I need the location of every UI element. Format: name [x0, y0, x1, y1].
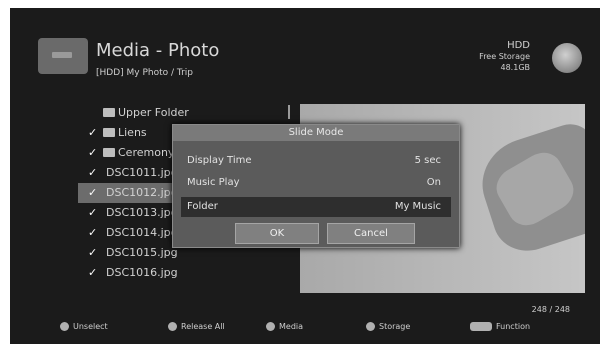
check-icon: ✓	[88, 266, 98, 279]
ok-button[interactable]: OK	[235, 223, 319, 244]
list-item-label: DSC1012.jpg	[106, 186, 178, 199]
check-icon: ✓	[88, 146, 98, 159]
hint-function[interactable]: Function	[470, 322, 530, 331]
option-label: Music Play	[187, 177, 240, 188]
hint-unselect[interactable]: Unselect	[60, 322, 108, 331]
list-item-label: DSC1013.jpg	[106, 206, 178, 219]
hint-storage[interactable]: Storage	[366, 322, 410, 331]
storage-info: HDD Free Storage 48.1GB	[479, 40, 530, 73]
option-music-play[interactable]: Music Play On	[181, 173, 451, 193]
folder-icon	[103, 108, 115, 117]
list-item-label: DSC1014.jpg	[106, 226, 178, 239]
list-item-label: Ceremony	[118, 146, 175, 159]
check-icon: ✓	[88, 186, 98, 199]
check-icon: ✓	[88, 226, 98, 239]
check-icon: ✓	[88, 166, 98, 179]
storage-device: HDD	[507, 40, 530, 51]
list-item-upper-folder[interactable]: Upper Folder	[78, 103, 288, 123]
page-title: Media - Photo	[96, 40, 220, 61]
storage-label: Free Storage	[479, 52, 530, 61]
storage-size: 48.1GB	[500, 63, 531, 72]
hint-label: Unselect	[73, 322, 108, 331]
red-key-icon	[60, 322, 69, 331]
tools-key-icon	[470, 322, 492, 331]
cancel-button[interactable]: Cancel	[327, 223, 415, 244]
check-icon: ✓	[88, 246, 98, 259]
folder-icon	[103, 148, 115, 157]
hint-label: Storage	[379, 322, 411, 331]
tv-screen: Media - Photo [HDD] My Photo / Trip HDD …	[10, 8, 600, 344]
check-icon: ✓	[88, 206, 98, 219]
option-value: My Music	[394, 201, 441, 212]
hint-label: Release All	[181, 322, 225, 331]
photo-counter: 248 / 248	[531, 305, 570, 314]
slide-mode-dialog: Slide Mode Display Time 5 sec Music Play…	[172, 124, 460, 248]
list-item[interactable]: ✓ DSC1016.jpg	[78, 263, 288, 283]
option-display-time[interactable]: Display Time 5 sec	[181, 151, 451, 171]
hint-media[interactable]: Media	[266, 322, 303, 331]
scrollbar[interactable]	[288, 105, 290, 119]
list-item-label: DSC1015.jpg	[106, 246, 178, 259]
list-item-label: DSC1011.jpg	[106, 166, 178, 179]
hdd-icon	[552, 43, 582, 73]
hint-release-all[interactable]: Release All	[168, 322, 225, 331]
yellow-key-icon	[266, 322, 275, 331]
list-item-label: Upper Folder	[118, 106, 189, 119]
list-item-label: DSC1016.jpg	[106, 266, 178, 279]
folder-icon	[103, 128, 115, 137]
option-label: Display Time	[187, 155, 252, 166]
footer-hints: Unselect Release All Media Storage Funct…	[10, 320, 600, 338]
dialog-title: Slide Mode	[173, 125, 459, 141]
option-folder[interactable]: Folder My Music	[181, 197, 451, 217]
photo-media-icon	[38, 38, 88, 74]
option-value: On	[426, 177, 441, 188]
option-label: Folder	[187, 201, 218, 212]
green-key-icon	[168, 322, 177, 331]
check-icon: ✓	[88, 126, 98, 139]
list-item-label: Liens	[118, 126, 147, 139]
breadcrumb: [HDD] My Photo / Trip	[96, 68, 193, 78]
hint-label: Function	[496, 322, 531, 331]
option-value: 5 sec	[414, 155, 441, 166]
blue-key-icon	[366, 322, 375, 331]
hint-label: Media	[279, 322, 304, 331]
